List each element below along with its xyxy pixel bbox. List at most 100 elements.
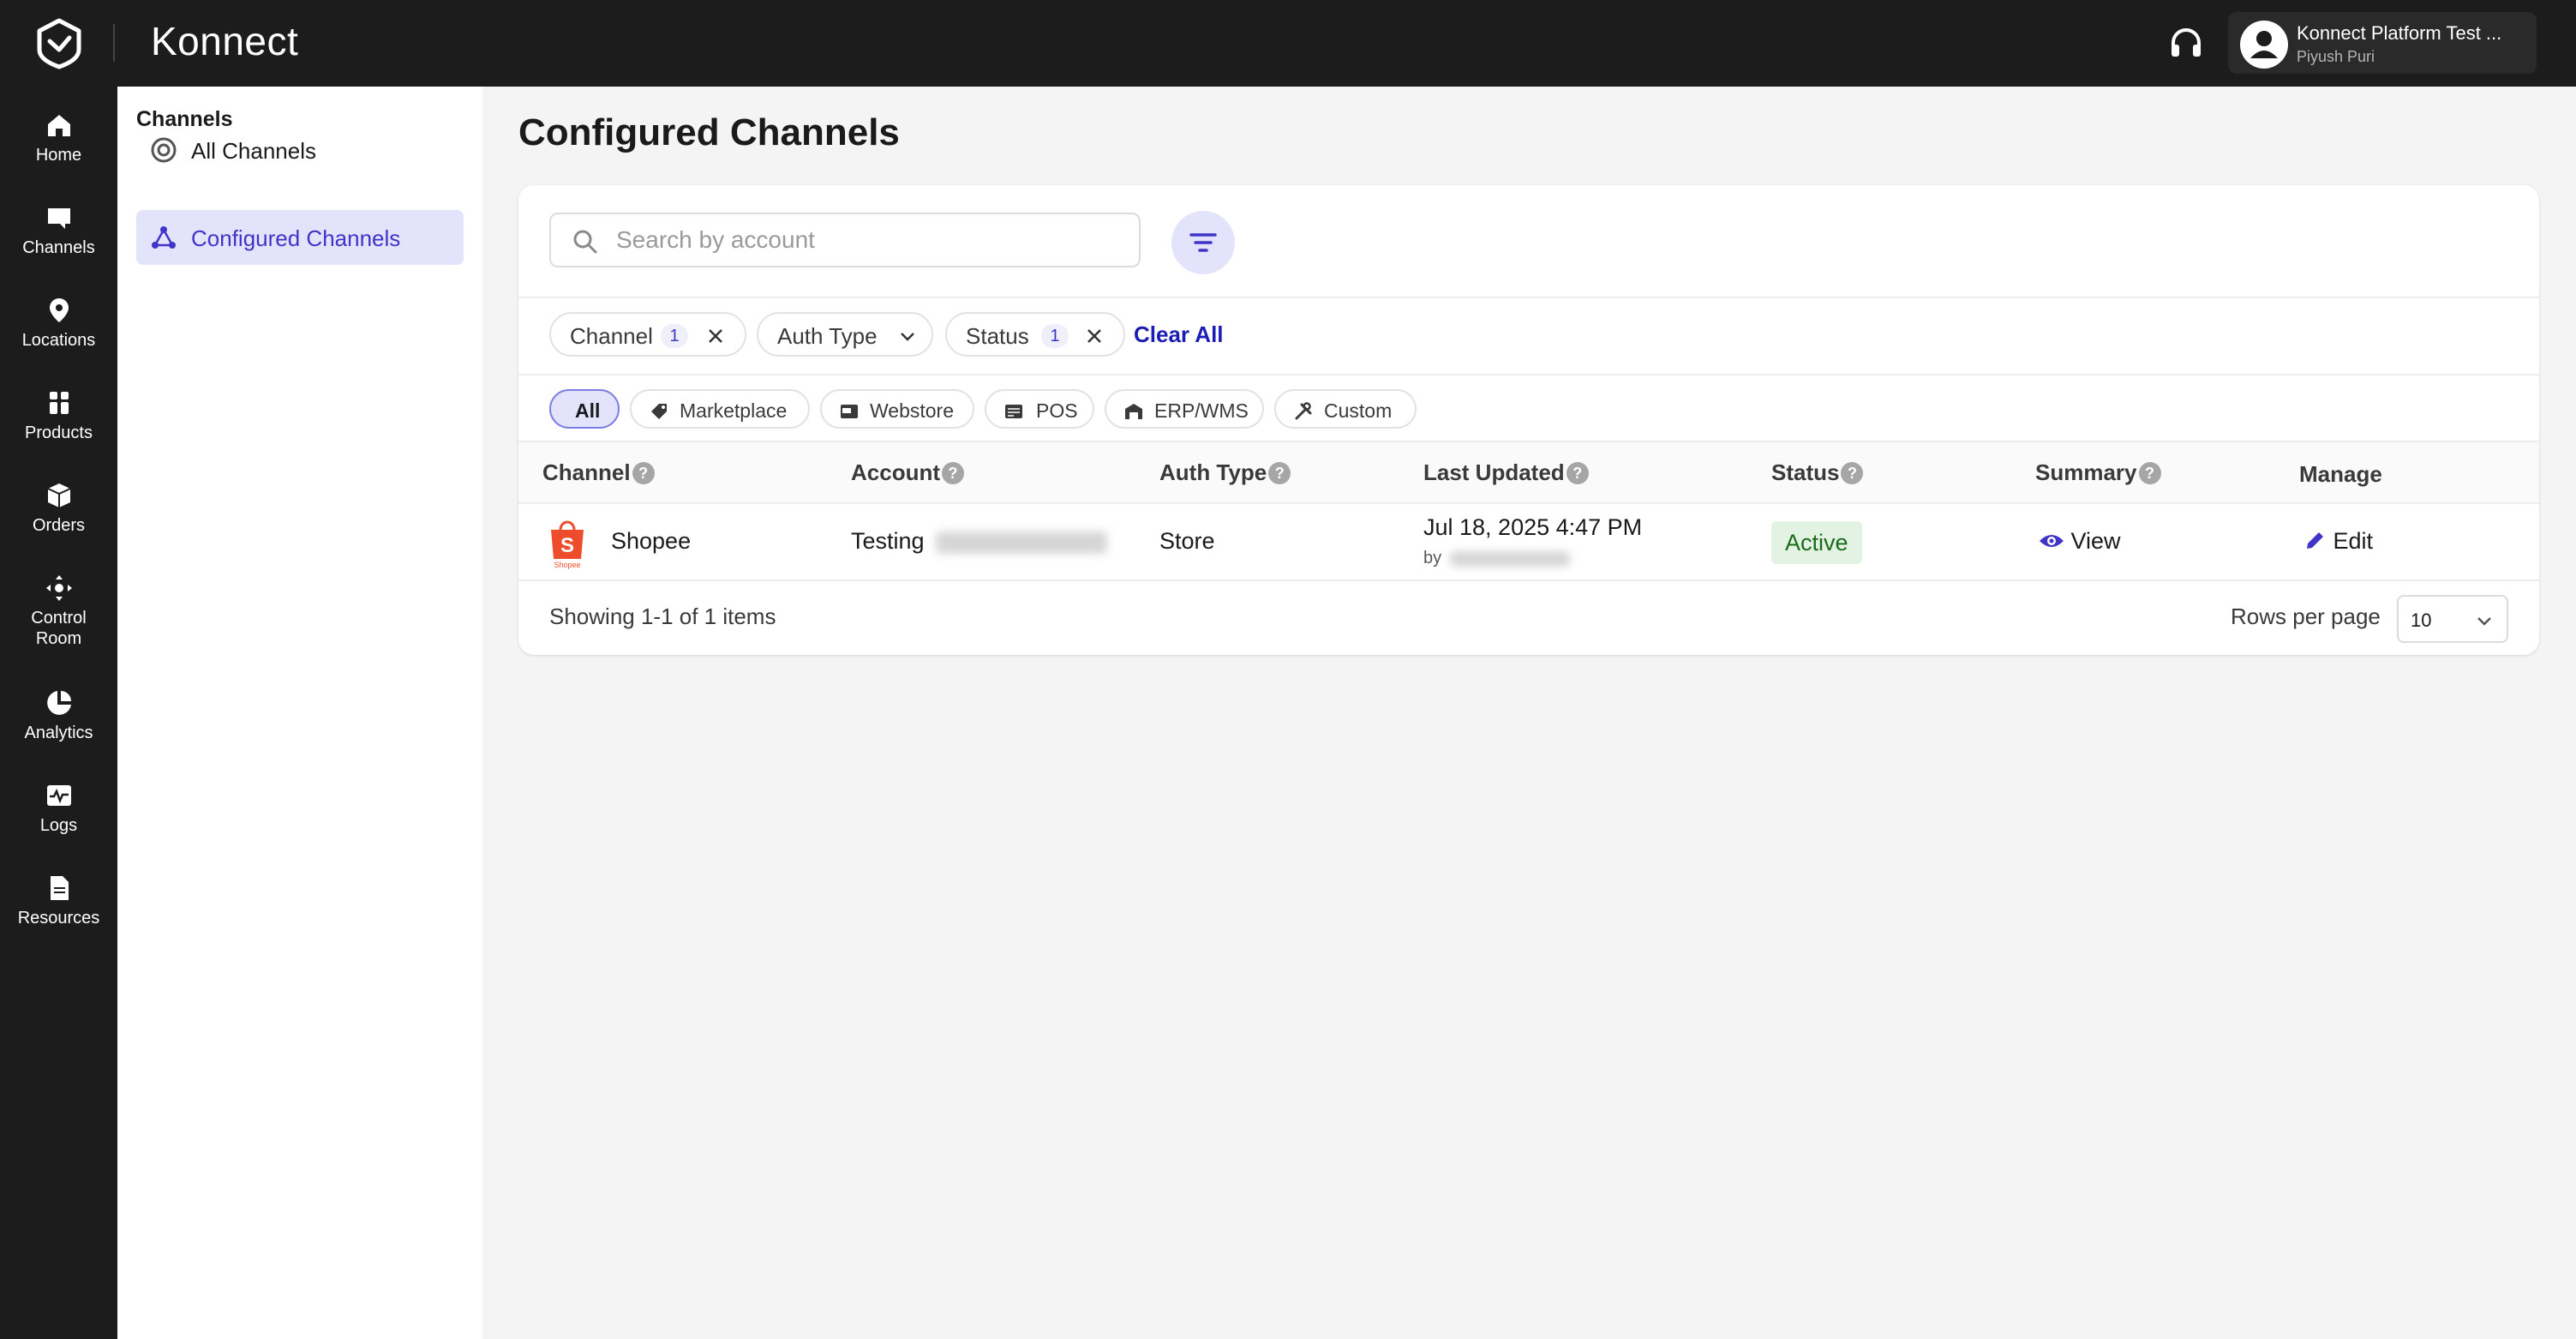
subnav-item-all-channels[interactable]: All Channels xyxy=(136,123,464,177)
account-name: Konnect Platform Test ... xyxy=(2297,22,2502,44)
help-icon[interactable]: ? xyxy=(942,462,964,484)
status-badge: Active xyxy=(1771,521,1862,564)
column-header-summary[interactable]: Summary? xyxy=(2035,459,2161,486)
svg-text:Shopee: Shopee xyxy=(554,561,580,569)
rail-label: Resources xyxy=(17,909,100,928)
help-icon[interactable]: ? xyxy=(2138,462,2161,484)
brand-name[interactable]: Konnect xyxy=(151,15,298,67)
left-rail: Home Channels Locations Products Orders … xyxy=(0,87,117,1339)
edit-link[interactable]: Edit xyxy=(2304,528,2373,555)
pos-icon xyxy=(1005,405,1022,418)
rail-label: Home xyxy=(35,146,82,165)
home-icon xyxy=(47,115,70,136)
view-summary-link[interactable]: View xyxy=(2039,528,2121,555)
user-avatar-icon xyxy=(2250,31,2278,58)
table-header: Channel? Account? Auth Type? Last Update… xyxy=(518,441,2539,504)
rail-label: Channels xyxy=(22,238,95,257)
filter-chip-label: Auth Type xyxy=(777,323,878,349)
rail-item-products[interactable]: Products xyxy=(0,388,117,443)
chevron-down-icon xyxy=(2477,617,2491,626)
last-updated-time: Jul 18, 2025 4:47 PM xyxy=(1423,514,1643,540)
filter-chip-auth-type[interactable]: Auth Type xyxy=(757,312,933,357)
help-icon[interactable]: ? xyxy=(1268,462,1291,484)
account-name-text: Testing xyxy=(851,528,925,554)
subnav-item-label: Configured Channels xyxy=(191,225,401,251)
filter-chip-status[interactable]: Status 1 xyxy=(945,312,1125,357)
rows-per-page-label: Rows per page xyxy=(2231,603,2381,629)
rail-item-orders[interactable]: Orders xyxy=(0,481,117,536)
all-channels-icon xyxy=(151,137,177,163)
close-icon[interactable] xyxy=(1084,326,1105,346)
column-header-channel[interactable]: Channel? xyxy=(542,459,655,486)
subnav-item-configured-channels[interactable]: Configured Channels xyxy=(136,210,464,265)
filter-chip-count: 1 xyxy=(661,324,688,348)
category-pill-all[interactable]: All xyxy=(549,389,620,429)
analytics-pie-icon xyxy=(46,691,71,715)
eye-icon xyxy=(2040,535,2064,547)
filter-chip-count: 1 xyxy=(1041,324,1069,348)
close-icon[interactable] xyxy=(705,326,726,346)
redacted-user-name xyxy=(1449,550,1570,567)
category-pill-pos[interactable]: POS xyxy=(985,389,1094,429)
shopee-logo-icon: S Shopee xyxy=(542,516,592,569)
filter-icon xyxy=(1189,233,1217,252)
top-bar: Konnect Konnect Platform Test ... Piyush… xyxy=(0,0,2576,87)
filter-button[interactable] xyxy=(1171,211,1235,274)
search-input[interactable] xyxy=(616,223,1113,257)
category-pill-label: Custom xyxy=(1324,399,1393,422)
filter-chip-channel[interactable]: Channel 1 xyxy=(549,312,746,357)
column-header-auth-type[interactable]: Auth Type? xyxy=(1159,459,1291,486)
category-pill-label: ERP/WMS xyxy=(1154,399,1249,422)
rows-per-page-select[interactable]: 10 xyxy=(2397,595,2508,643)
avatar xyxy=(2240,21,2288,69)
help-icon[interactable]: ? xyxy=(632,462,655,484)
help-icon[interactable]: ? xyxy=(1841,462,1864,484)
chevron-down-icon xyxy=(901,333,914,341)
search-icon xyxy=(573,230,597,254)
headset-support-icon[interactable] xyxy=(2166,24,2206,63)
category-pill-label: POS xyxy=(1036,399,1078,422)
column-header-last-updated[interactable]: Last Updated? xyxy=(1423,459,1589,486)
rail-item-analytics[interactable]: Analytics xyxy=(0,688,117,743)
rail-item-logs[interactable]: Logs xyxy=(0,781,117,836)
rail-label: Locations xyxy=(21,331,96,350)
rail-item-resources[interactable]: Resources xyxy=(0,874,117,928)
clear-all-link[interactable]: Clear All xyxy=(1134,321,1224,348)
tag-icon xyxy=(651,404,667,419)
subnav-item-label: All Channels xyxy=(191,138,316,164)
rail-item-channels[interactable]: Channels xyxy=(0,203,117,258)
filter-chip-label: Status xyxy=(966,323,1029,349)
channel-name: Shopee xyxy=(611,528,692,554)
column-header-status[interactable]: Status? xyxy=(1771,459,1864,486)
column-header-manage: Manage xyxy=(2299,461,2382,487)
logs-icon xyxy=(46,785,71,806)
konnect-logo-icon[interactable] xyxy=(33,17,86,70)
configured-channels-icon xyxy=(152,226,176,249)
account-user: Piyush Puri xyxy=(2297,48,2375,65)
search-field[interactable] xyxy=(549,213,1141,267)
channels-icon xyxy=(47,208,70,229)
auth-type-cell: Store xyxy=(1159,528,1215,554)
category-pill-custom[interactable]: Custom xyxy=(1274,389,1417,429)
account-switcher[interactable]: Konnect Platform Test ... Piyush Puri xyxy=(2228,12,2537,74)
tools-icon xyxy=(1295,402,1312,420)
divider xyxy=(518,374,2539,375)
channels-card: Channel 1 Auth Type Status 1 Clear All A… xyxy=(518,185,2539,655)
control-room-icon xyxy=(45,575,72,601)
category-pill-webstore[interactable]: Webstore xyxy=(820,389,974,429)
svg-text:S: S xyxy=(560,534,574,557)
filter-chip-label: Channel xyxy=(570,323,653,349)
rail-item-locations[interactable]: Locations xyxy=(0,296,117,351)
pagination-summary: Showing 1-1 of 1 items xyxy=(549,603,776,629)
category-pill-erp-wms[interactable]: ERP/WMS xyxy=(1105,389,1264,429)
rail-label: Products xyxy=(25,423,93,442)
rail-item-home[interactable]: Home xyxy=(0,111,117,165)
products-icon xyxy=(49,392,69,414)
category-pill-label: Marketplace xyxy=(680,399,788,422)
help-icon[interactable]: ? xyxy=(1566,462,1589,484)
channels-subnav: Channels All Channels Configured Channel… xyxy=(117,87,482,1339)
rail-item-control-room[interactable]: Control Room xyxy=(0,573,117,649)
location-pin-icon xyxy=(49,298,69,322)
category-pill-marketplace[interactable]: Marketplace xyxy=(630,389,810,429)
column-header-account[interactable]: Account? xyxy=(851,459,964,486)
